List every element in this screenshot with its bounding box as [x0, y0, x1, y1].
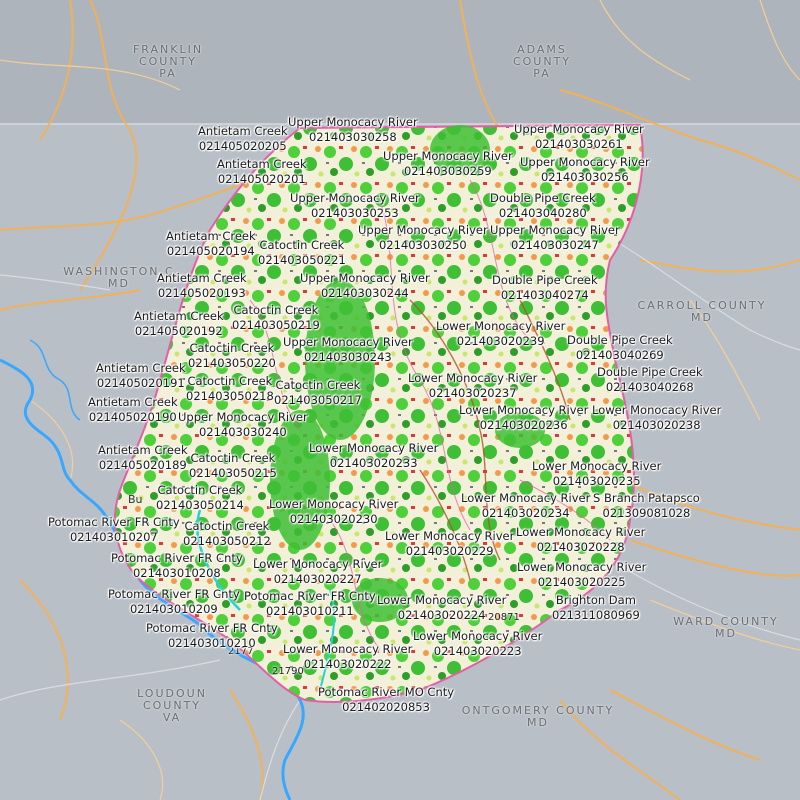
map-viewport[interactable]: FRANKLIN COUNTY PA ADAMS COUNTY PA WASHINGTO… — [0, 0, 800, 800]
watershed-label[interactable]: Potomac River FR Cnty 021403010209 — [108, 587, 240, 617]
watershed-label[interactable]: Lower Monocacy River 021403020237 — [408, 371, 537, 401]
watershed-label[interactable]: Antietam Creek 021405020190 — [88, 395, 178, 425]
watershed-label[interactable]: Potomac River FR Cnty 021403010207 — [48, 515, 180, 545]
watershed-label[interactable]: Lower Monocacy River 021403020225 — [517, 560, 646, 590]
county-label-montgomery: ONTGOMERY COUNTY MD — [461, 704, 615, 729]
watershed-label[interactable]: Brighton Dam 021311080969 — [552, 593, 640, 623]
watershed-label[interactable]: Lower Monocacy River 021403020235 — [532, 459, 661, 489]
watershed-label[interactable]: Antietam Creek 021405020205 — [198, 124, 288, 154]
watershed-label[interactable]: Lower Monocacy River 021403020227 — [253, 557, 382, 587]
watershed-label[interactable]: Antietam Creek 021405020194 — [166, 229, 256, 259]
watershed-label[interactable]: Antietam Creek 021405020189 — [98, 443, 188, 473]
watershed-label[interactable]: Upper Monocacy River 021403030240 — [178, 410, 308, 440]
watershed-label[interactable]: Double Pipe Creek 021403040268 — [597, 365, 703, 395]
watershed-label[interactable]: Catoctin Creek 021403050212 — [183, 519, 271, 549]
county-label-franklin: FRANKLIN COUNTY PA — [132, 43, 204, 80]
county-label-adams: ADAMS COUNTY PA — [512, 43, 572, 80]
watershed-label[interactable]: Catoctin Creek 021403050217 — [274, 378, 362, 408]
watershed-label[interactable]: Potomac River FR Cnty 021403010211 — [244, 589, 376, 619]
watershed-label[interactable]: Lower Monocacy River 021403020233 — [309, 441, 438, 471]
watershed-label[interactable]: Upper Monocacy River 021403030244 — [300, 271, 430, 301]
watershed-label[interactable]: Antietam Creek 021405020201 — [217, 157, 307, 187]
watershed-label[interactable]: Catoctin Creek 021403050220 — [188, 341, 276, 371]
watershed-label[interactable]: Upper Monocacy River 021403030253 — [290, 191, 420, 221]
watershed-label[interactable]: Upper Monocacy River 021403030243 — [283, 335, 413, 365]
watershed-label[interactable]: Potomac River MO Cnty 021402020853 — [318, 685, 454, 715]
watershed-label[interactable]: Lower Monocacy River 021403020222 — [283, 642, 412, 672]
watershed-label[interactable]: Lower Monocacy River 021403020230 — [269, 497, 398, 527]
watershed-label[interactable]: Upper Monocacy River 021403030261 — [514, 122, 644, 152]
watershed-label[interactable]: Double Pipe Creek 021403040269 — [567, 333, 673, 363]
watershed-label[interactable]: Lower Monocacy River 021403020229 — [385, 529, 514, 559]
watershed-label[interactable]: Double Pipe Creek 021403040280 — [490, 191, 596, 221]
watershed-label[interactable]: Double Pipe Creek 021403040274 — [492, 273, 598, 303]
place-label: Bu — [128, 493, 143, 506]
watershed-label[interactable]: Catoctin Creek 021403050219 — [232, 303, 320, 333]
watershed-label[interactable]: Antietam Creek 021405020193 — [157, 271, 247, 301]
watershed-label[interactable]: Potomac River FR Cnty 021403010208 — [111, 551, 243, 581]
watershed-label[interactable]: Lower Monocacy River 021403020224 — [377, 593, 506, 623]
watershed-label[interactable]: S Branch Patapsco 021309081028 — [593, 491, 700, 521]
watershed-label[interactable]: Upper Monocacy River 021403030256 — [520, 155, 650, 185]
watershed-label[interactable]: Antietam Creek 021405020191 — [96, 361, 186, 391]
watershed-label[interactable]: Upper Monocacy River 021403030259 — [383, 149, 513, 179]
county-label-carroll: CARROLL COUNTY MD — [637, 299, 767, 324]
watershed-label[interactable]: Lower Monocacy River 021403020234 — [461, 491, 590, 521]
watershed-label[interactable]: Catoctin Creek 021403050215 — [189, 451, 277, 481]
watershed-label[interactable]: Catoctin Creek 021403050214 — [156, 483, 244, 513]
county-label-howard: WARD COUNTY MD — [673, 615, 779, 640]
watershed-label[interactable]: Upper Monocacy River 021403030250 — [358, 223, 488, 253]
watershed-label[interactable]: Potomac River FR Cnty 021403010210 — [146, 621, 278, 651]
watershed-label[interactable]: Catoctin Creek 021403050221 — [258, 238, 346, 268]
watershed-label[interactable]: Lower Monocacy River 021403020223 — [413, 629, 542, 659]
county-label-loudoun: LOUDOUN COUNTY VA — [137, 687, 207, 724]
watershed-label[interactable]: Upper Monocacy River 021403030258 — [288, 115, 418, 145]
watershed-label[interactable]: Catoctin Creek 021403050218 — [186, 374, 274, 404]
watershed-label[interactable]: Lower Monocacy River 021403020238 — [592, 403, 721, 433]
watershed-label[interactable]: Lower Monocacy River 021403020239 — [436, 319, 565, 349]
watershed-label[interactable]: Lower Monocacy River 021403020236 — [459, 403, 588, 433]
watershed-label[interactable]: Antietam Creek 021405020192 — [134, 309, 224, 339]
watershed-label[interactable]: Lower Monocacy River 021403020228 — [516, 525, 645, 555]
watershed-label[interactable]: Upper Monocacy River 021403030247 — [490, 223, 620, 253]
